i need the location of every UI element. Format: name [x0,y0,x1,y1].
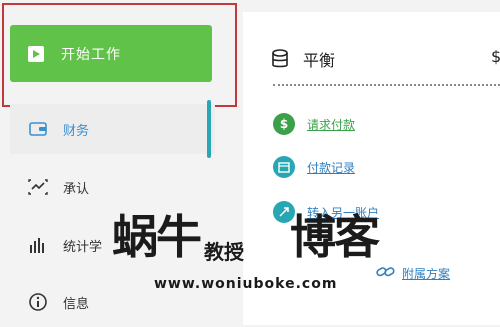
link-icon [376,264,396,283]
database-icon [271,49,289,69]
start-work-button[interactable]: 开始工作 [10,25,212,82]
dollar-icon: $ [273,113,295,135]
play-icon [28,45,44,62]
transfer-account-link[interactable]: 转入另一账户 [273,201,379,223]
request-payment-link[interactable]: $ 请求付款 [273,113,355,135]
sidebar-item-label: 信息 [63,296,90,312]
start-work-label: 开始工作 [61,46,121,63]
panel-title: 平衡 [271,47,335,71]
sidebar-item-statistics[interactable]: 统计学 [10,220,215,270]
wallet-icon [27,122,49,136]
sidebar-item-approval[interactable]: 承认 [10,162,215,212]
link-label: 付款记录 [307,160,356,175]
payment-history-link[interactable]: 付款记录 [273,156,355,178]
sidebar-item-info[interactable]: 信息 [10,277,215,327]
link-label: 请求付款 [307,117,356,132]
sidebar: 开始工作 财务 承认 统计学 信息 [0,0,240,325]
affiliate-plan-link[interactable]: 附属方案 [376,264,450,283]
calendar-icon [273,156,295,178]
balance-panel: 平衡 $ $ 请求付款 付款记录 转入另一账户 [243,12,500,325]
link-label: 转入另一账户 [307,205,380,220]
currency-symbol: $ [491,47,500,66]
info-icon [27,293,49,311]
sidebar-item-label: 统计学 [63,239,103,255]
transfer-icon [273,201,295,223]
bar-chart-icon [27,237,49,253]
activity-icon [27,179,49,195]
divider [273,84,500,86]
panel-title-text: 平衡 [303,51,336,70]
link-label: 附属方案 [402,267,451,281]
sidebar-item-label: 财务 [63,123,90,139]
sidebar-item-label: 承认 [63,181,90,197]
active-indicator [207,100,211,158]
sidebar-item-finance[interactable]: 财务 [10,104,215,154]
